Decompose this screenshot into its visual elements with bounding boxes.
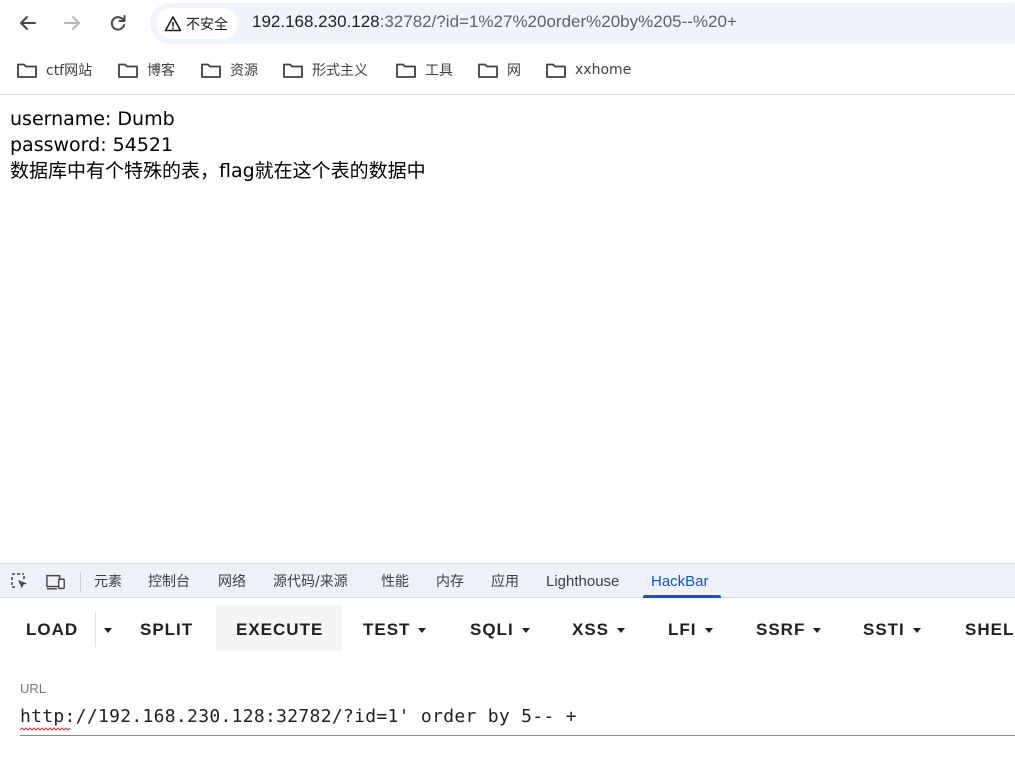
folder-icon (546, 63, 566, 78)
bookmark-resources[interactable]: 资源 (200, 59, 258, 81)
xss-label: XSS (572, 620, 610, 639)
caret-down-icon (418, 627, 427, 633)
shell-label: SHEL (965, 620, 1015, 639)
bookmark-blog[interactable]: 博客 (117, 59, 175, 81)
devtools-panel: 元素 控制台 网络 源代码/来源 性能 内存 应用 Lighthouse Hac… (0, 563, 1015, 768)
url-host: 192.168.230.128 (252, 12, 380, 31)
bookmark-label: 工具 (425, 63, 453, 79)
tab-application[interactable]: 应用 (491, 564, 519, 598)
page-content: username: Dumb password: 54521 数据库中有个特殊的… (10, 106, 426, 184)
load-button[interactable]: LOAD (26, 617, 78, 643)
bookmark-label: 网 (507, 63, 521, 79)
tab-performance[interactable]: 性能 (381, 564, 409, 598)
test-menu-button[interactable]: TEST (363, 617, 427, 643)
tab-network[interactable]: 网络 (218, 564, 246, 598)
sqli-menu-button[interactable]: SQLI (470, 617, 530, 643)
reload-icon (110, 15, 126, 31)
reload-button[interactable] (102, 8, 134, 38)
ssrf-menu-button[interactable]: SSRF (756, 617, 822, 643)
device-toggle-icon (46, 574, 65, 590)
url-path: :32782/?id=1%27%20order%20by%205--%20+ (379, 12, 737, 31)
hackbar-url-input[interactable]: http://192.168.230.128:32782/?id=1' orde… (20, 704, 1015, 736)
spellcheck-underline (20, 727, 70, 731)
ssti-menu-button[interactable]: SSTI (863, 617, 921, 643)
caret-down-icon (813, 627, 822, 633)
tab-memory[interactable]: 内存 (436, 564, 464, 598)
load-split-separator (95, 611, 96, 647)
hackbar-url-value: http://192.168.230.128:32782/?id=1' orde… (20, 706, 577, 727)
arrow-left-icon (20, 16, 36, 30)
tabbar-separator (80, 572, 81, 592)
lfi-label: LFI (668, 620, 697, 639)
url-field-label: URL (20, 681, 47, 696)
execute-label: EXECUTE (236, 620, 324, 639)
tab-elements[interactable]: 元素 (94, 564, 122, 598)
bookmark-label: 博客 (147, 63, 175, 79)
tab-sources[interactable]: 源代码/来源 (273, 564, 348, 598)
folder-icon (118, 63, 138, 78)
folder-icon (396, 63, 416, 78)
bookmark-net[interactable]: 网 (477, 59, 521, 81)
inspect-element-button[interactable] (10, 572, 30, 592)
bookmark-label: 形式主义 (312, 63, 368, 79)
shell-menu-button[interactable]: SHEL (965, 617, 1015, 643)
ssrf-label: SSRF (756, 620, 806, 639)
folder-icon (478, 63, 498, 78)
caret-down-icon (704, 627, 713, 633)
security-label: 不安全 (186, 16, 228, 33)
test-label: TEST (363, 620, 411, 639)
folder-icon (17, 63, 37, 78)
sqli-label: SQLI (470, 620, 514, 639)
password-text: password: 54521 (10, 134, 174, 156)
caret-down-icon (521, 627, 530, 633)
address-text[interactable]: 192.168.230.128:32782/?id=1%27%20order%2… (252, 12, 737, 32)
load-label: LOAD (26, 620, 79, 639)
split-button[interactable]: SPLIT (140, 617, 193, 643)
xss-menu-button[interactable]: XSS (572, 617, 626, 643)
caret-down-icon (617, 627, 626, 633)
bookmark-label: xxhome (575, 62, 632, 78)
tab-hackbar[interactable]: HackBar (643, 564, 720, 598)
load-dropdown-button[interactable] (102, 617, 112, 643)
lfi-menu-button[interactable]: LFI (668, 617, 713, 643)
caret-down-icon (912, 627, 921, 633)
forward-button[interactable] (56, 8, 88, 38)
back-button[interactable] (12, 8, 44, 38)
arrow-right-icon (64, 16, 80, 30)
browser-toolbar: 不安全 192.168.230.128:32782/?id=1%27%20ord… (0, 0, 1015, 46)
tab-lighthouse[interactable]: Lighthouse (546, 564, 619, 598)
ssti-label: SSTI (863, 620, 905, 639)
folder-icon (283, 63, 303, 78)
bookmark-ctf[interactable]: ctf网站 (16, 59, 92, 81)
toolbar-divider (0, 94, 1015, 95)
bookmark-label: ctf网站 (46, 63, 93, 79)
username-text: username: Dumb (10, 108, 175, 130)
bookmark-xxhome[interactable]: xxhome (545, 59, 631, 81)
tab-console[interactable]: 控制台 (148, 564, 190, 598)
hint-text: 数据库中有个特殊的表，flag就在这个表的数据中 (10, 160, 426, 182)
bookmark-formalism[interactable]: 形式主义 (282, 59, 368, 81)
security-chip[interactable]: 不安全 (156, 8, 238, 39)
warning-icon (164, 15, 182, 31)
bookmark-tools[interactable]: 工具 (395, 59, 453, 81)
execute-button[interactable]: EXECUTE (236, 617, 323, 643)
folder-icon (201, 63, 221, 78)
inspect-icon (11, 573, 27, 589)
device-toolbar-button[interactable] (46, 572, 66, 592)
bookmark-label: 资源 (230, 63, 258, 79)
caret-down-icon (104, 627, 112, 633)
devtools-tabbar: 元素 控制台 网络 源代码/来源 性能 内存 应用 Lighthouse Hac… (0, 563, 1015, 598)
split-label: SPLIT (140, 620, 194, 639)
bookmarks-bar: ctf网站 博客 资源 形式主义 工具 网 xxhome (0, 54, 1015, 86)
